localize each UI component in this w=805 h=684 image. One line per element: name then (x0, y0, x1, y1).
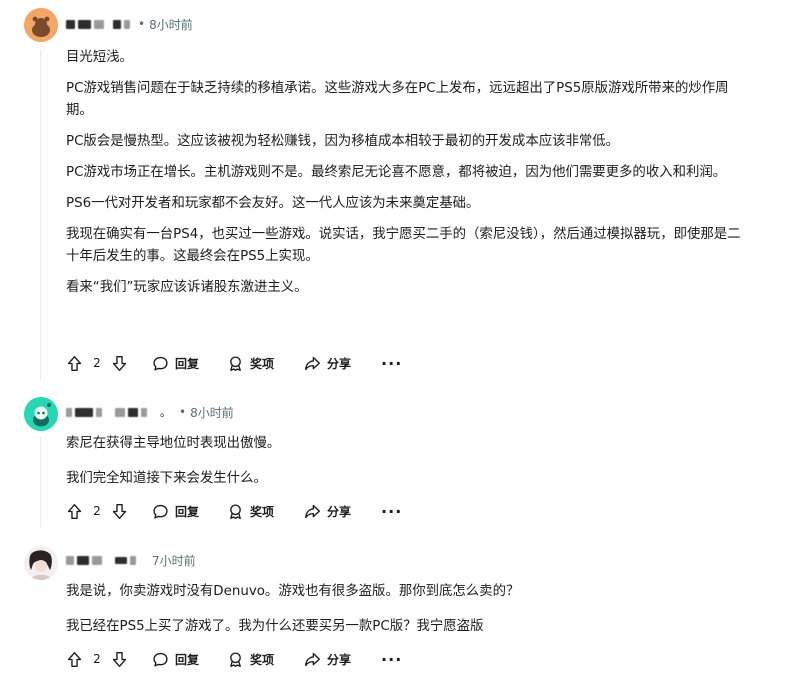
comment-paragraph: PS6一代对开发者和玩家都不会友好。这一代人应该为未来奠定基础。 (66, 196, 480, 211)
reply-button[interactable]: 回复 (148, 646, 203, 672)
vote-count: 2 (93, 652, 101, 666)
upvote-button[interactable] (62, 498, 87, 524)
author-name[interactable] (66, 555, 136, 565)
comment-meta: • 8小时前 (66, 15, 193, 33)
reply-icon (153, 356, 168, 371)
vote-count: 2 (93, 504, 101, 518)
reply-label: 回复 (175, 356, 200, 371)
comment-meta: 。 • 8小时前 (66, 403, 234, 421)
reply-button[interactable]: 回复 (148, 350, 203, 376)
share-button[interactable]: 分享 (300, 350, 355, 376)
comment-actions: 2 回复 奖项 分享 ··· (62, 646, 402, 672)
reply-label: 回复 (175, 652, 200, 667)
snoo-avatar-icon (24, 397, 58, 431)
downvote-icon (112, 651, 127, 667)
comment-actions: 2 回复 奖项 分享 ··· (62, 350, 402, 376)
more-options-icon[interactable]: ··· (381, 502, 402, 521)
comment-paragraph: 看来“我们”玩家应该诉诸股东激进主义。 (66, 280, 308, 295)
user-avatar[interactable] (24, 397, 58, 431)
comment-paragraph: 我们完全知道接下来会发生什么。 (66, 471, 267, 486)
comment-body: 索尼在获得主导地位时表现出傲慢。 我们完全知道接下来会发生什么。 (66, 433, 746, 500)
meta-separator: • (138, 17, 146, 31)
vote-group: 2 (62, 350, 132, 376)
upvote-button[interactable] (62, 350, 87, 376)
reply-icon (153, 652, 168, 667)
award-label: 奖项 (250, 356, 275, 371)
vote-count: 2 (93, 356, 101, 370)
award-icon (230, 651, 241, 667)
vote-group: 2 (62, 646, 132, 672)
downvote-button[interactable] (107, 498, 132, 524)
share-button[interactable]: 分享 (300, 646, 355, 672)
share-label: 分享 (327, 504, 352, 519)
comment-time[interactable]: 7小时前 (152, 552, 196, 569)
award-label: 奖项 (250, 652, 275, 667)
comment-paragraph: 我已经在PS5上买了游戏了。我为什么还要买另一款PC版？我宁愿盗版 (66, 619, 484, 634)
downvote-button[interactable] (107, 646, 132, 672)
downvote-button[interactable] (107, 350, 132, 376)
profile-photo-icon (24, 546, 58, 580)
comment-paragraph: 我是说，你卖游戏时没有Denuvo。游戏也有很多盗版。那你到底怎么卖的？ (66, 584, 520, 599)
author-name[interactable] (66, 19, 130, 29)
award-icon (230, 503, 241, 519)
author-suffix: 。 (160, 406, 171, 419)
reply-button[interactable]: 回复 (148, 498, 203, 524)
award-button[interactable]: 奖项 (223, 498, 278, 524)
upvote-icon (67, 503, 82, 519)
comment-paragraph: 我现在确实有一台PS4，也买过一些游戏。说实话，我宁愿买二手的（索尼没钱），然后… (66, 227, 741, 264)
share-label: 分享 (327, 652, 352, 667)
user-avatar[interactable] (24, 8, 58, 42)
user-avatar[interactable] (24, 546, 58, 580)
comment-meta: 7小时前 (66, 551, 196, 569)
upvote-icon (67, 651, 82, 667)
more-options-icon[interactable]: ··· (381, 354, 402, 373)
award-label: 奖项 (250, 504, 275, 519)
comment-time[interactable]: 8小时前 (190, 404, 234, 421)
comment-paragraph: PC游戏销售问题在于缺乏持续的移植承诺。这些游戏大多在PC上发布，远远超出了PS… (66, 81, 729, 118)
reply-label: 回复 (175, 504, 200, 519)
upvote-icon (67, 355, 82, 371)
award-icon (230, 355, 241, 371)
comment-time[interactable]: 8小时前 (149, 16, 193, 33)
share-icon (305, 504, 321, 518)
more-options-icon[interactable]: ··· (381, 650, 402, 669)
share-icon (305, 356, 321, 370)
award-button[interactable]: 奖项 (223, 646, 278, 672)
thread-line[interactable] (40, 437, 41, 527)
comment-paragraph: 索尼在获得主导地位时表现出傲慢。 (66, 436, 281, 451)
comment-actions: 2 回复 奖项 分享 ··· (62, 498, 402, 524)
share-button[interactable]: 分享 (300, 498, 355, 524)
comment-paragraph: PC版会是慢热型。这应该被视为轻松赚钱，因为移植成本相较于最初的开发成本应该非常… (66, 134, 620, 149)
upvote-button[interactable] (62, 646, 87, 672)
comment-body: 我是说，你卖游戏时没有Denuvo。游戏也有很多盗版。那你到底怎么卖的？ 我已经… (66, 581, 746, 648)
comment-body: 目光短浅。 PC游戏销售问题在于缺乏持续的移植承诺。这些游戏大多在PC上发布，远… (66, 47, 746, 309)
reply-icon (153, 504, 168, 519)
snoo-avatar-icon (24, 8, 58, 42)
vote-group: 2 (62, 498, 132, 524)
author-name[interactable]: 。 (66, 404, 171, 420)
comment-paragraph: PC游戏市场正在增长。主机游戏则不是。最终索尼无论喜不愿意，都将被迫，因为他们需… (66, 165, 727, 180)
meta-separator: • (179, 405, 187, 419)
award-button[interactable]: 奖项 (223, 350, 278, 376)
downvote-icon (112, 503, 127, 519)
downvote-icon (112, 355, 127, 371)
thread-line[interactable] (40, 50, 41, 380)
share-label: 分享 (327, 356, 352, 371)
comment-paragraph: 目光短浅。 (66, 50, 133, 65)
share-icon (305, 652, 321, 666)
